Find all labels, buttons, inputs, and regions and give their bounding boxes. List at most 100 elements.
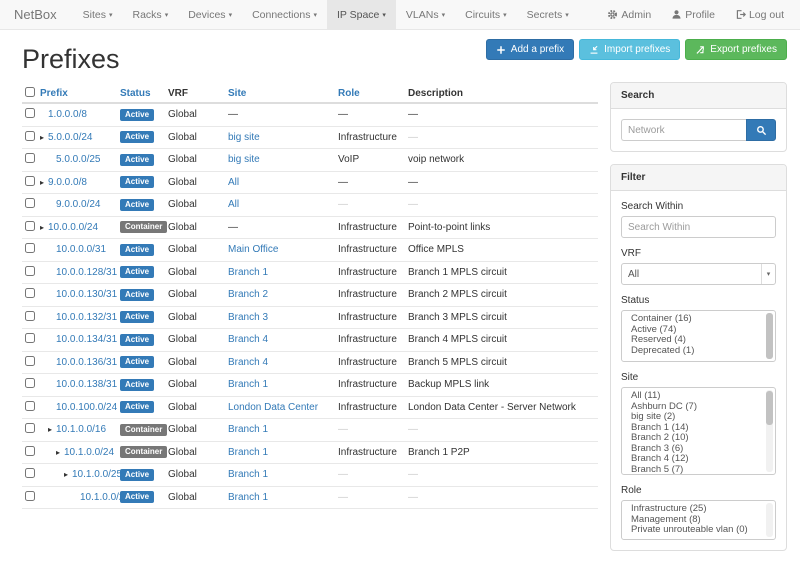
site-link[interactable]: London Data Center <box>228 402 318 413</box>
row-checkbox[interactable] <box>25 153 35 163</box>
nav-item-circuits[interactable]: Circuits▾ <box>455 0 517 29</box>
prefix-link[interactable]: 10.0.0.138/31 <box>56 379 117 390</box>
site-link[interactable]: Branch 1 <box>228 379 268 390</box>
prefix-link[interactable]: 10.1.0.0/26 <box>80 492 120 503</box>
add-a-prefix-button[interactable]: Add a prefix <box>486 39 574 60</box>
status-listbox[interactable]: Container (16)Active (74)Reserved (4)Dep… <box>621 310 776 362</box>
scrollbar-track[interactable] <box>766 390 773 472</box>
prefix-link[interactable]: 10.1.0.0/24 <box>64 447 114 458</box>
site-option[interactable]: Branch 2 (10) <box>622 433 775 444</box>
prefix-link[interactable]: 10.0.100.0/24 <box>56 402 117 413</box>
prefix-link[interactable]: 10.0.0.132/31 <box>56 312 117 323</box>
site-link[interactable]: Branch 4 <box>228 334 268 345</box>
site-link[interactable]: Main Office <box>228 244 278 255</box>
scrollbar-thumb[interactable] <box>766 313 773 359</box>
site-link[interactable]: Branch 1 <box>228 424 268 435</box>
row-checkbox[interactable] <box>25 401 35 411</box>
row-checkbox[interactable] <box>25 468 35 478</box>
site-link[interactable]: All <box>228 177 239 188</box>
site-link[interactable]: All <box>228 199 239 210</box>
prefix-link[interactable]: 10.0.0.0/31 <box>56 244 106 255</box>
expand-arrow-icon[interactable]: ▸ <box>56 448 64 457</box>
row-checkbox[interactable] <box>25 243 35 253</box>
column-header-label[interactable]: Role <box>338 88 360 99</box>
prefix-link[interactable]: 10.0.0.130/31 <box>56 289 117 300</box>
prefix-link[interactable]: 1.0.0.0/8 <box>48 109 87 120</box>
site-link[interactable]: Branch 1 <box>228 447 268 458</box>
row-checkbox[interactable] <box>25 108 35 118</box>
site-option[interactable]: Branch 4 (12) <box>622 454 775 465</box>
scrollbar-track[interactable] <box>766 313 773 359</box>
expand-arrow-icon[interactable]: ▸ <box>48 425 56 434</box>
role-option[interactable]: Private unrouteable vlan (0) <box>622 525 775 536</box>
row-checkbox[interactable] <box>25 446 35 456</box>
row-checkbox[interactable] <box>25 333 35 343</box>
role-listbox[interactable]: Infrastructure (25)Management (8)Private… <box>621 500 776 540</box>
nav-item-sites[interactable]: Sites▾ <box>73 0 123 29</box>
expand-arrow-icon[interactable]: ▸ <box>64 470 72 479</box>
site-link[interactable]: Branch 1 <box>228 267 268 278</box>
nav-item-secrets[interactable]: Secrets▾ <box>517 0 579 29</box>
site-link[interactable]: big site <box>228 154 260 165</box>
row-checkbox[interactable] <box>25 266 35 276</box>
site-link[interactable]: Branch 2 <box>228 289 268 300</box>
role-option[interactable]: Infrastructure (25) <box>622 504 775 515</box>
prefix-link[interactable]: 10.1.0.0/16 <box>56 424 106 435</box>
site-option[interactable]: All (11) <box>622 391 775 402</box>
status-option[interactable]: Container (16) <box>622 314 775 325</box>
nav-item-racks[interactable]: Racks▾ <box>123 0 179 29</box>
site-link[interactable]: big site <box>228 132 260 143</box>
row-checkbox[interactable] <box>25 221 35 231</box>
scrollbar-track[interactable] <box>766 503 773 537</box>
vrf-select[interactable]: All ▾ <box>621 263 776 285</box>
site-listbox[interactable]: All (11)Ashburn DC (7)big site (2)Branch… <box>621 387 776 475</box>
export-prefixes-button[interactable]: Export prefixes <box>685 39 787 60</box>
prefix-link[interactable]: 10.1.0.0/25 <box>72 469 120 480</box>
row-checkbox[interactable] <box>25 311 35 321</box>
site-option[interactable]: big site (2) <box>622 412 775 423</box>
role-option[interactable]: Management (8) <box>622 515 775 526</box>
search-input[interactable] <box>621 119 746 141</box>
status-option[interactable]: Deprecated (1) <box>622 346 775 357</box>
prefix-link[interactable]: 5.0.0.0/24 <box>48 132 92 143</box>
nav-log-out-link[interactable]: Log out <box>725 0 794 29</box>
row-checkbox[interactable] <box>25 198 35 208</box>
prefix-link[interactable]: 10.0.0.134/31 <box>56 334 117 345</box>
column-header-label[interactable]: Prefix <box>40 88 68 99</box>
row-checkbox[interactable] <box>25 378 35 388</box>
import-prefixes-button[interactable]: Import prefixes <box>579 39 680 60</box>
search-button[interactable] <box>746 119 776 141</box>
nav-item-devices[interactable]: Devices▾ <box>178 0 242 29</box>
search-within-input[interactable] <box>621 216 776 238</box>
column-header-label[interactable]: Status <box>120 88 151 99</box>
prefix-link[interactable]: 10.0.0.136/31 <box>56 357 117 368</box>
prefix-link[interactable]: 10.0.0.0/24 <box>48 222 98 233</box>
row-checkbox[interactable] <box>25 288 35 298</box>
scrollbar-thumb[interactable] <box>766 391 773 425</box>
prefix-link[interactable]: 9.0.0.0/24 <box>56 199 100 210</box>
row-checkbox[interactable] <box>25 423 35 433</box>
prefix-link[interactable]: 5.0.0.0/25 <box>56 154 100 165</box>
status-option[interactable]: Reserved (4) <box>622 335 775 346</box>
nav-profile-link[interactable]: Profile <box>661 0 725 29</box>
row-checkbox[interactable] <box>25 356 35 366</box>
site-link[interactable]: Branch 1 <box>228 469 268 480</box>
site-link[interactable]: Branch 3 <box>228 312 268 323</box>
column-header-label[interactable]: Site <box>228 88 246 99</box>
expand-arrow-icon[interactable]: ▸ <box>40 178 48 187</box>
prefix-link[interactable]: 10.0.0.128/31 <box>56 267 117 278</box>
nav-item-vlans[interactable]: VLANs▾ <box>396 0 455 29</box>
nav-item-connections[interactable]: Connections▾ <box>242 0 327 29</box>
nav-admin-link[interactable]: Admin <box>597 0 661 29</box>
row-checkbox[interactable] <box>25 176 35 186</box>
site-link[interactable]: Branch 4 <box>228 357 268 368</box>
select-all-checkbox[interactable] <box>25 87 35 97</box>
expand-arrow-icon[interactable]: ▸ <box>40 133 48 142</box>
nav-item-ip-space[interactable]: IP Space▾ <box>327 0 396 29</box>
row-checkbox[interactable] <box>25 491 35 501</box>
expand-arrow-icon[interactable]: ▸ <box>40 223 48 232</box>
prefix-link[interactable]: 9.0.0.0/8 <box>48 177 87 188</box>
site-link[interactable]: Branch 1 <box>228 492 268 503</box>
row-checkbox[interactable] <box>25 131 35 141</box>
brand-link[interactable]: NetBox <box>14 0 57 29</box>
